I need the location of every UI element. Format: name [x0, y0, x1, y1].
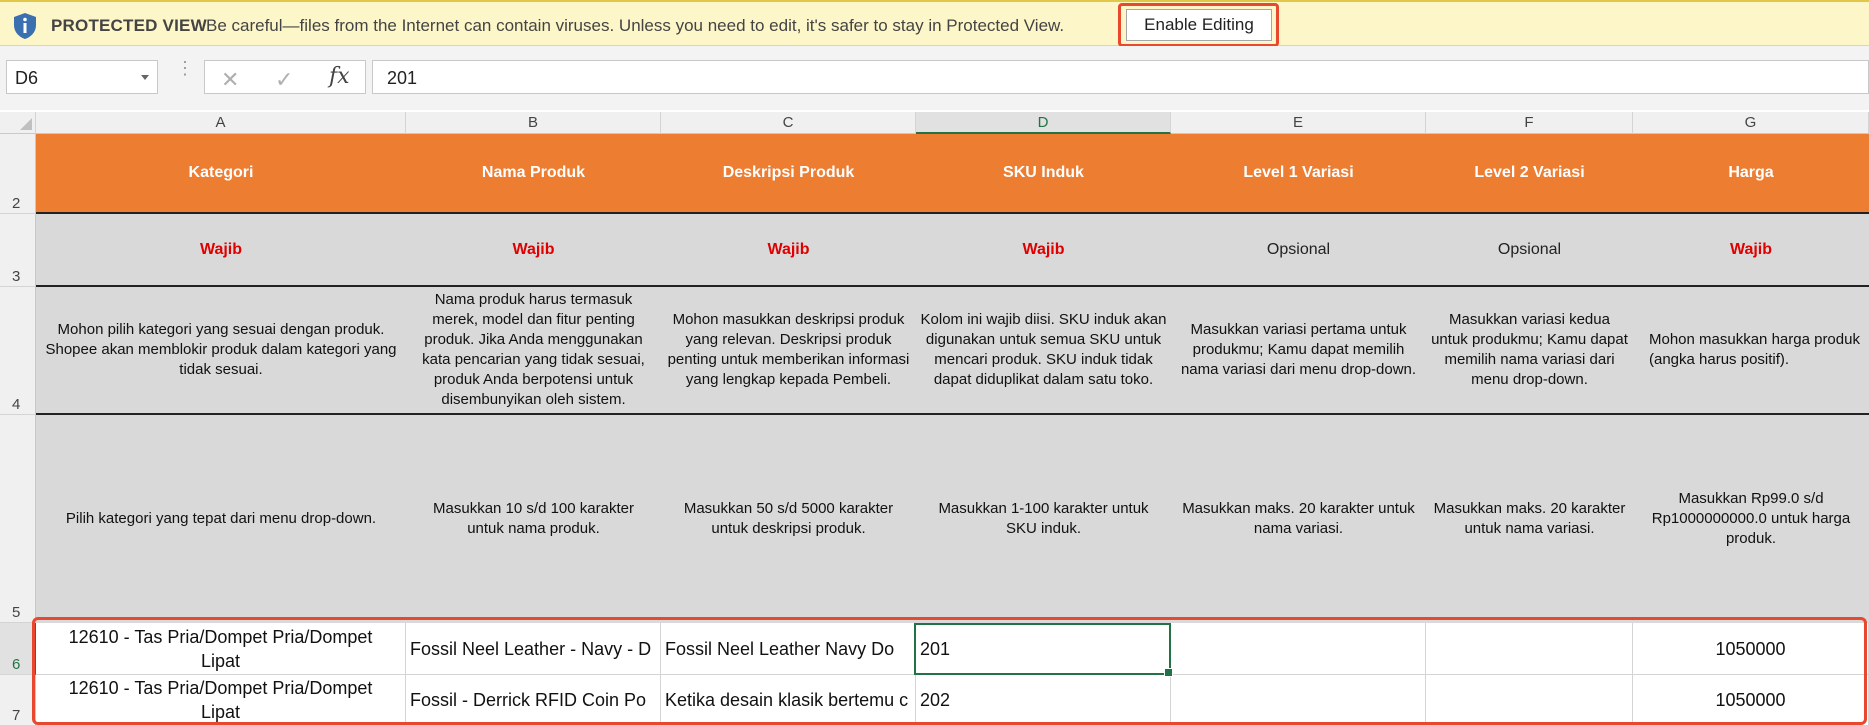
description-cell[interactable]: Mohon pilih kategori yang sesuai dengan …: [36, 287, 406, 415]
select-all-triangle-icon: [20, 118, 32, 130]
requirement-cell[interactable]: Wajib: [916, 214, 1171, 287]
column-header-a[interactable]: A: [36, 112, 406, 134]
row-header-6[interactable]: 6: [0, 623, 36, 675]
header-cell-sku-induk[interactable]: SKU Induk: [916, 134, 1171, 214]
column-header-e[interactable]: E: [1171, 112, 1426, 134]
formula-buttons: ✕ ✓ fx: [204, 60, 366, 94]
row-header-4[interactable]: 4: [0, 287, 36, 415]
header-cell-harga[interactable]: Harga: [1633, 134, 1869, 214]
description-cell[interactable]: Masukkan variasi pertama untuk produkmu;…: [1171, 287, 1426, 415]
description-cell[interactable]: Masukkan variasi kedua untuk produkmu; K…: [1426, 287, 1633, 415]
description-cell[interactable]: Kolom ini wajib diisi. SKU induk akan di…: [916, 287, 1171, 415]
requirement-cell[interactable]: Opsional: [1171, 214, 1426, 287]
header-cell-kategori[interactable]: Kategori: [36, 134, 406, 214]
select-all-button[interactable]: [0, 112, 36, 134]
formula-input[interactable]: 201: [372, 60, 1869, 94]
header-cell-level-1-variasi[interactable]: Level 1 Variasi: [1171, 134, 1426, 214]
rule-cell[interactable]: Masukkan Rp99.0 s/d Rp1000000000.0 untuk…: [1633, 415, 1869, 623]
row-number: 6: [12, 656, 21, 673]
rule-cell[interactable]: Masukkan 10 s/d 100 karakter untuk nama …: [406, 415, 661, 623]
header-cell-nama-produk[interactable]: Nama Produk: [406, 134, 661, 214]
data-rows-highlight: [32, 617, 1867, 725]
header-cell-level-2-variasi[interactable]: Level 2 Variasi: [1426, 134, 1633, 214]
requirement-cell[interactable]: Wajib: [661, 214, 916, 287]
cancel-icon[interactable]: ✕: [221, 67, 239, 93]
column-header-g[interactable]: G: [1633, 112, 1869, 134]
column-header-b[interactable]: B: [406, 112, 661, 134]
enable-editing-button[interactable]: Enable Editing: [1126, 9, 1272, 41]
header-cell-deskripsi-produk[interactable]: Deskripsi Produk: [661, 134, 916, 214]
requirement-cell[interactable]: Opsional: [1426, 214, 1633, 287]
requirement-cell[interactable]: Wajib: [36, 214, 406, 287]
column-header-f[interactable]: F: [1426, 112, 1633, 134]
description-cell[interactable]: Mohon masukkan deskripsi produk yang rel…: [661, 287, 916, 415]
requirement-cell[interactable]: Wajib: [1633, 214, 1869, 287]
rule-cell[interactable]: Masukkan 50 s/d 5000 karakter untuk desk…: [661, 415, 916, 623]
row-header-5[interactable]: 5: [0, 415, 36, 623]
protected-view-title: PROTECTED VIEW: [51, 16, 207, 35]
formula-input-value: 201: [387, 68, 418, 88]
row-number: 5: [12, 604, 21, 621]
row-header-2[interactable]: 2: [0, 134, 36, 214]
row-header-7[interactable]: 7: [0, 675, 36, 726]
chevron-down-icon[interactable]: [141, 75, 149, 80]
row-number: 7: [12, 707, 21, 724]
name-box-value: D6: [15, 68, 39, 88]
rule-cell[interactable]: Pilih kategori yang tepat dari menu drop…: [36, 415, 406, 623]
row-number: 3: [12, 268, 21, 285]
row-number: 2: [12, 195, 21, 212]
requirement-cell[interactable]: Wajib: [406, 214, 661, 287]
description-cell[interactable]: Nama produk harus termasuk merek, model …: [406, 287, 661, 415]
rule-cell[interactable]: Masukkan maks. 20 karakter untuk nama va…: [1171, 415, 1426, 623]
row-header-3[interactable]: 3: [0, 214, 36, 287]
shield-icon: [14, 13, 36, 39]
protected-view-message: Be careful—files from the Internet can c…: [206, 16, 1065, 35]
rule-cell[interactable]: Masukkan maks. 20 karakter untuk nama va…: [1426, 415, 1633, 623]
description-cell[interactable]: Mohon masukkan harga produk (angka harus…: [1633, 287, 1869, 415]
check-icon[interactable]: ✓: [275, 67, 293, 93]
protected-view-bar: PROTECTED VIEW Be careful—files from the…: [0, 0, 1869, 47]
row-number: 4: [12, 396, 21, 413]
insert-function-icon[interactable]: fx: [329, 64, 350, 89]
more-vertical-icon[interactable]: ⋮: [176, 59, 194, 77]
column-header-d[interactable]: D: [916, 112, 1171, 134]
column-header-c[interactable]: C: [661, 112, 916, 134]
rule-cell[interactable]: Masukkan 1-100 karakter untuk SKU induk.: [916, 415, 1171, 623]
name-box[interactable]: D6: [6, 60, 158, 94]
